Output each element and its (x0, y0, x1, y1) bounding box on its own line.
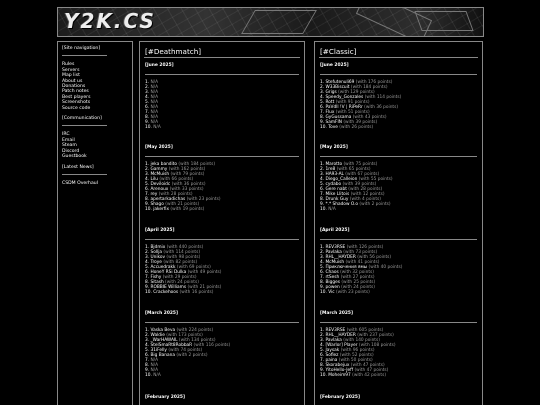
rank-number: 10. (145, 373, 154, 379)
player-name[interactable]: jakerfix (153, 207, 169, 212)
ranking-row: 10. Crackehoos (with 16 points) (145, 290, 221, 295)
player-points: (with 42 points) (352, 373, 387, 379)
ranking-list: 1. Marotto (with 75 points) 2. 1re8 (with… (320, 162, 393, 212)
player-points: (with 26 points) (339, 125, 374, 131)
rank-number: 10. (145, 125, 154, 131)
month-heading: [May 2025] (145, 145, 173, 150)
rank-number: 10. (320, 125, 329, 131)
player-points: (with 2 points) (176, 353, 208, 359)
month-heading: [March 2025] (145, 311, 178, 316)
month-heading: [April 2025] (320, 228, 350, 233)
ranking-list: 1. Vaska Beva (with 224 points) 2. Waldie… (145, 328, 230, 378)
divider (144, 57, 300, 58)
communication-links: IRC Email Steam Discord Guestbook (62, 132, 107, 159)
ranking-row: 10. jakerfix (with 19 points) (145, 207, 221, 212)
ranking-list: 1. REV3RSE (with 605 points) 2. RHL__HAYD… (320, 328, 396, 378)
divider (62, 173, 107, 175)
month-heading: [February 2025] (145, 395, 185, 400)
ranking-list: 1. Bjdmix (with 440 points) 2. Sollja (wi… (145, 245, 221, 295)
ranking-row: 10. N/A (145, 125, 161, 130)
news-links: CSDM Overhaul (62, 181, 107, 186)
ranking-row: 10. Tove (with 26 points) (320, 125, 401, 130)
month-heading: [March 2025] (320, 311, 353, 316)
site-navigation-heading: [Site navigation] (62, 46, 101, 51)
player-points: (with 16 points) (179, 290, 214, 296)
divider (145, 239, 299, 240)
divider (320, 239, 477, 240)
classic-panel: [#Classic] [June 2025] 1. Stefutenuli69 (… (314, 41, 483, 405)
month-heading: [February 2025] (320, 395, 360, 400)
ranking-list: 1. Stefutenuli69 (with 176 points) 2. W33… (320, 80, 401, 130)
site-logo[interactable]: Y2K.CS (64, 9, 156, 33)
player-name[interactable]: Moheim97 (328, 373, 351, 378)
divider (319, 57, 478, 58)
player-points: (with 19 points) (170, 207, 205, 213)
communication-heading: [Communication] (62, 116, 102, 122)
divider (320, 322, 477, 323)
divider (145, 156, 299, 157)
player-name: N/A (153, 373, 161, 379)
divider (145, 322, 299, 323)
rank-number: 10. (145, 290, 154, 296)
ranking-row: 10. Vic (with 23 points) (320, 290, 402, 295)
rank-number: 10. (320, 373, 329, 379)
deathmatch-panel: [#Deathmatch] [June 2025] 1. N/A 2. N/A 3. … (139, 41, 305, 405)
month-heading: [June 2025] (145, 63, 174, 68)
player-name[interactable]: Tove (328, 125, 338, 130)
site-links: Rules Servers Map list About us Donations Pat… (62, 62, 107, 111)
ranking-row: 10. Moheim97 (with 42 points) (320, 373, 396, 378)
banner-decoration (241, 10, 317, 34)
ranking-row: 10. N/A (145, 373, 230, 378)
classic-title: [#Classic] (320, 47, 357, 56)
divider (62, 55, 107, 57)
player-name[interactable]: Crackehoos (153, 290, 178, 295)
player-name: N/A (153, 125, 161, 131)
site-banner: Y2K.CS (57, 7, 484, 37)
nav-link[interactable]: CSDM Overhaul (62, 181, 107, 186)
rank-number: 10. (145, 207, 154, 213)
month-heading: [June 2025] (320, 63, 349, 68)
rank-number: 10. (320, 207, 329, 213)
divider (145, 74, 299, 75)
player-points: (with 23 points) (335, 290, 370, 296)
ranking-list: 1. N/A 2. N/A 3. N/A 4. N/A 5. N/A 6. N/A 7. N… (145, 80, 161, 130)
player-points: (with 114 points) (364, 95, 402, 101)
sidebar-nav: [Site navigation] Rules Servers Map list Ab… (62, 46, 107, 191)
ranking-list: 1. jeka bandito (with 184 points) 2. Gamm… (145, 162, 221, 212)
deathmatch-title: [#Deathmatch] (145, 47, 202, 56)
player-points: (with 2 points) (359, 202, 391, 208)
ranking-list: 1. REV3RSE (with 126 points) 2. Pavlaka (… (320, 245, 402, 295)
ranking-row: 10. N/A (320, 207, 393, 212)
nav-link[interactable]: Source code (62, 106, 107, 111)
divider (320, 74, 477, 75)
player-name: N/A (328, 207, 336, 213)
latest-news-heading: [Latest News] (62, 164, 94, 170)
player-name[interactable]: Vic (328, 290, 334, 295)
banner-decoration (414, 11, 474, 31)
month-heading: [May 2025] (320, 145, 348, 150)
divider (62, 125, 107, 127)
divider (320, 156, 477, 157)
rank-number: 10. (320, 290, 329, 296)
month-heading: [April 2025] (145, 228, 175, 233)
nav-link[interactable]: Guestbook (62, 154, 107, 159)
